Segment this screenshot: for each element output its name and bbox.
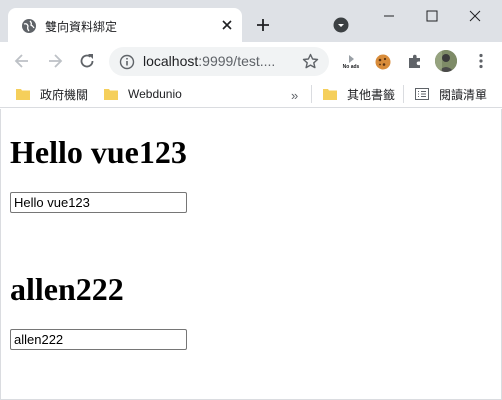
bookmarks-bar: 政府機關 Webdunio » 其他書籤 閱讀清單 xyxy=(0,79,502,108)
extensions-puzzle-icon[interactable] xyxy=(405,52,425,72)
bookmark-star-icon[interactable] xyxy=(302,53,319,70)
url-path: :9999/test.... xyxy=(198,53,276,69)
bookmark-folder-other[interactable]: 其他書籤 xyxy=(323,85,395,103)
maximize-button[interactable] xyxy=(411,0,453,32)
tab-title: 雙向資料綁定 xyxy=(45,20,118,34)
tab-search-icon[interactable] xyxy=(333,17,349,33)
message2-heading: allen222 xyxy=(10,271,124,307)
back-arrow-icon[interactable] xyxy=(12,51,32,71)
bookmark-label: 其他書籤 xyxy=(347,87,396,102)
minimize-icon xyxy=(384,15,394,17)
folder-icon xyxy=(16,89,30,100)
close-window-button[interactable] xyxy=(454,0,496,32)
minimize-button[interactable] xyxy=(368,0,410,32)
folder-icon xyxy=(104,89,118,100)
site-info-icon[interactable] xyxy=(119,54,135,70)
bookmarks-overflow-chevron[interactable]: » xyxy=(291,86,303,104)
globe-icon xyxy=(22,19,36,33)
kebab-menu-icon[interactable] xyxy=(472,52,490,70)
cookie-extension-icon[interactable] xyxy=(373,52,393,72)
close-window-icon xyxy=(469,10,481,22)
avatar-image-icon xyxy=(435,50,457,72)
bookmark-label: 政府機關 xyxy=(40,87,89,102)
tab-active[interactable]: 雙向資料綁定 xyxy=(8,8,242,42)
address-bar[interactable]: localhost:9999/test.... xyxy=(109,47,329,76)
title-bar: 雙向資料綁定 xyxy=(0,0,502,42)
message1-heading: Hello vue123 xyxy=(10,134,187,170)
profile-avatar[interactable] xyxy=(435,50,457,72)
browser-toolbar: localhost:9999/test.... No ads xyxy=(0,42,502,79)
page-content: Hello vue123 allen222 xyxy=(0,109,502,400)
bookmark-folder-webdunio[interactable]: Webdunio xyxy=(104,85,182,103)
no-ads-extension-button[interactable]: No ads xyxy=(338,52,364,72)
url-host: localhost xyxy=(143,53,199,69)
reload-icon[interactable] xyxy=(77,51,97,71)
folder-icon xyxy=(323,89,337,100)
message1-input[interactable] xyxy=(10,192,187,213)
reading-list-icon xyxy=(415,88,429,100)
bookmark-label: Webdunio xyxy=(128,87,182,101)
new-tab-plus-icon[interactable] xyxy=(255,17,271,33)
forward-arrow-icon[interactable] xyxy=(45,51,65,71)
no-ads-label: No ads xyxy=(342,64,360,70)
url-text[interactable]: localhost:9999/test.... xyxy=(143,53,275,69)
close-tab-icon[interactable] xyxy=(219,17,235,33)
reading-list-label: 閱讀清單 xyxy=(439,87,488,102)
bookmark-folder-gov[interactable]: 政府機關 xyxy=(16,85,88,103)
bookmarks-divider xyxy=(403,85,404,103)
bookmarks-divider xyxy=(311,85,312,103)
message2-input[interactable] xyxy=(10,329,187,350)
reading-list-button[interactable]: 閱讀清單 xyxy=(415,85,487,103)
maximize-icon xyxy=(426,10,438,22)
